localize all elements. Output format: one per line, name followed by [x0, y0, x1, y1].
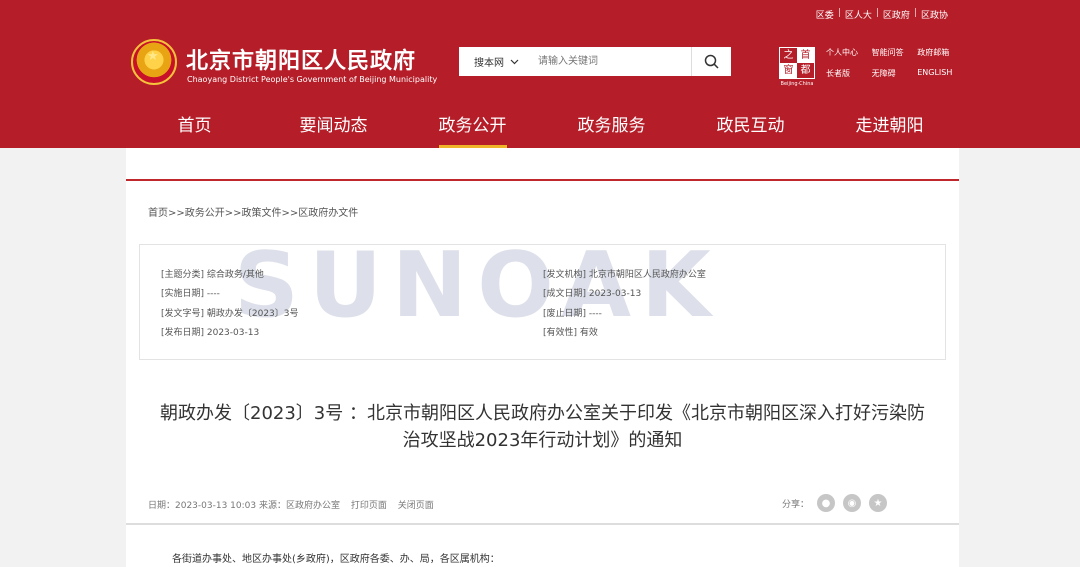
top-link-district-cppcc[interactable]: 区政协	[921, 8, 948, 21]
close-page-link[interactable]: 关闭页面	[398, 501, 434, 511]
meta-topic: [主题分类] 综合政务/其他	[161, 270, 264, 280]
nav-government-affairs[interactable]: 政务公开	[403, 104, 542, 148]
nav-about-chaoyang[interactable]: 走进朝阳	[820, 104, 959, 148]
shoudu-char: 都	[800, 65, 811, 76]
date-source: 日期：2023-03-13 10:03 来源：区政府办公室	[148, 501, 340, 511]
breadcrumb[interactable]: 首页>>政务公开>>政策文件>>区政府办文件	[148, 204, 358, 219]
site-logo-title[interactable]: 北京市朝阳区人民政府	[186, 43, 416, 75]
main-nav: 首页 要闻动态 政务公开 政务服务 政民互动 走进朝阳	[125, 104, 959, 148]
print-page-link[interactable]: 打印页面	[351, 501, 387, 511]
nav-home[interactable]: 首页	[125, 104, 264, 148]
search-scope-dropdown[interactable]: 搜本网	[459, 47, 534, 76]
shoudu-window-logo[interactable]: 之 首 窗 都 Beijing·China	[779, 47, 815, 87]
meta-abolish-date: [废止日期] ----	[543, 309, 602, 319]
meta-doc-number: [发文字号] 朝政办发〔2023〕3号	[161, 309, 299, 319]
document-body-salutation: 各街道办事处、地区办事处(乡政府)，区政府各委、办、局，各区属机构：	[172, 554, 500, 565]
nav-interaction[interactable]: 政民互动	[681, 104, 820, 148]
search-input[interactable]	[534, 47, 691, 76]
smart-qa-link[interactable]: 智能问答	[872, 47, 908, 58]
document-info-line: 日期：2023-03-13 10:03 来源：区政府办公室 打印页面 关闭页面	[148, 498, 442, 511]
elderly-version-link[interactable]: 长者版	[826, 68, 862, 79]
national-emblem-icon[interactable]: ★	[131, 39, 177, 85]
favorite-star-icon[interactable]: ★	[869, 494, 888, 512]
shoudu-subtitle: Beijing·China	[780, 81, 814, 87]
document-meta-box: SUNOAK [主题分类] 综合政务/其他 [实施日期] ---- [发文字号]…	[139, 233, 946, 360]
shoudu-char: 首	[797, 48, 814, 63]
search-button[interactable]	[691, 47, 731, 76]
site-header: 区委 | 区人大 | 区政府 | 区政协 ★ 北京市朝阳区人民政府 Chaoyang …	[0, 0, 1080, 148]
shoudu-char: 窗	[780, 63, 797, 78]
meta-issuer: [发文机构] 北京市朝阳区人民政府办公室	[543, 270, 706, 280]
document-title: 朝政办发〔2023〕3号 ：北京市朝阳区人民政府办公室关于印发《北京市朝阳区深入…	[126, 400, 959, 454]
meta-written-date: [成文日期] 2023-03-13	[543, 289, 642, 299]
quick-links: 个人中心 智能问答 政府邮箱 长者版 无障碍 ENGLISH	[826, 47, 956, 79]
top-link-district-government[interactable]: 区政府	[883, 8, 910, 21]
shoudu-char: 之	[783, 50, 794, 61]
government-mail-link[interactable]: 政府邮箱	[917, 47, 956, 58]
top-links: 区委 | 区人大 | 区政府 | 区政协	[815, 8, 948, 21]
content-divider	[126, 523, 959, 525]
content-panel: 首页>>政务公开>>政策文件>>区政府办文件 SUNOAK [主题分类] 综合政…	[126, 148, 959, 567]
meta-validity: [有效性] 有效	[543, 328, 598, 338]
share-label: 分享：	[782, 499, 810, 510]
meta-effective-date: [实施日期] ----	[161, 289, 220, 299]
document-title-line: 治攻坚战2023年行动计划》的通知	[402, 430, 683, 451]
site-logo-subtitle: Chaoyang District People's Government of…	[187, 75, 438, 84]
wechat-share-icon[interactable]: ●	[817, 494, 836, 512]
document-title-line: 朝政办发〔2023〕3号 ：北京市朝阳区人民政府办公室关于印发《北京市朝阳区深入…	[160, 403, 925, 424]
nav-government-services[interactable]: 政务服务	[542, 104, 681, 148]
personal-center-link[interactable]: 个人中心	[826, 47, 862, 58]
red-divider	[126, 179, 959, 181]
chevron-down-icon	[510, 59, 519, 64]
meta-publish-date: [发布日期] 2023-03-13	[161, 328, 260, 338]
search-scope-label: 搜本网	[474, 58, 504, 69]
search-bar: 搜本网	[459, 47, 731, 76]
accessibility-link[interactable]: 无障碍	[872, 68, 908, 79]
top-link-district-committee[interactable]: 区委	[816, 8, 834, 21]
english-link[interactable]: ENGLISH	[917, 68, 956, 79]
weibo-share-icon[interactable]: ◉	[843, 494, 862, 512]
search-icon	[704, 54, 719, 69]
watermark: SUNOAK	[234, 233, 721, 338]
top-link-district-npc[interactable]: 区人大	[845, 8, 872, 21]
share-bar: 分享： ● ◉ ★	[782, 494, 888, 512]
nav-news[interactable]: 要闻动态	[264, 104, 403, 148]
